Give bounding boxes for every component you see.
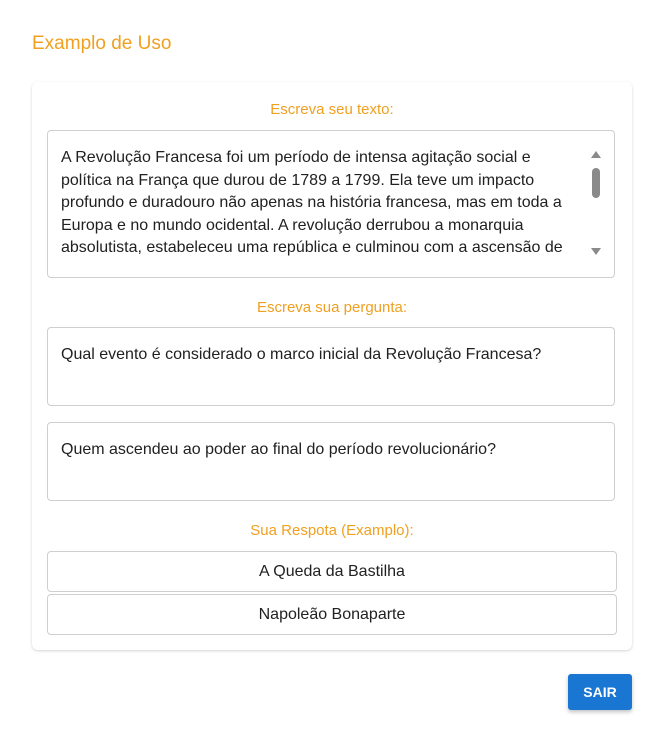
exit-button[interactable]: SAIR (568, 674, 632, 710)
page-title: Examplo de Uso (32, 33, 172, 54)
text-label: Escreva seu texto: (270, 101, 394, 118)
text-scrollbar[interactable] (590, 151, 602, 255)
question-label: Escreva sua pergunta: (256, 299, 408, 316)
example-card: Escreva seu texto: A Revolução Francesa … (32, 82, 632, 650)
scroll-up-icon[interactable] (591, 151, 601, 158)
scroll-down-icon[interactable] (591, 248, 601, 255)
question-input-1-value: Qual evento é considerado o marco inicia… (61, 346, 542, 363)
answer-box-1: A Queda da Bastilha (47, 551, 617, 592)
text-input[interactable]: A Revolução Francesa foi um período de i… (47, 130, 615, 278)
text-input-value: A Revolução Francesa foi um período de i… (61, 149, 563, 256)
question-input-2-value: Quem ascendeu ao poder ao final do perío… (61, 441, 496, 458)
scroll-thumb[interactable] (592, 168, 600, 198)
answer-box-2: Napoleão Bonaparte (47, 594, 617, 635)
question-input-1[interactable]: Qual evento é considerado o marco inicia… (47, 327, 615, 406)
question-input-2[interactable]: Quem ascendeu ao poder ao final do perío… (47, 422, 615, 501)
answer-label: Sua Respota (Examplo): (250, 522, 414, 539)
page: Examplo de Uso Escreva seu texto: A Revo… (0, 0, 664, 742)
